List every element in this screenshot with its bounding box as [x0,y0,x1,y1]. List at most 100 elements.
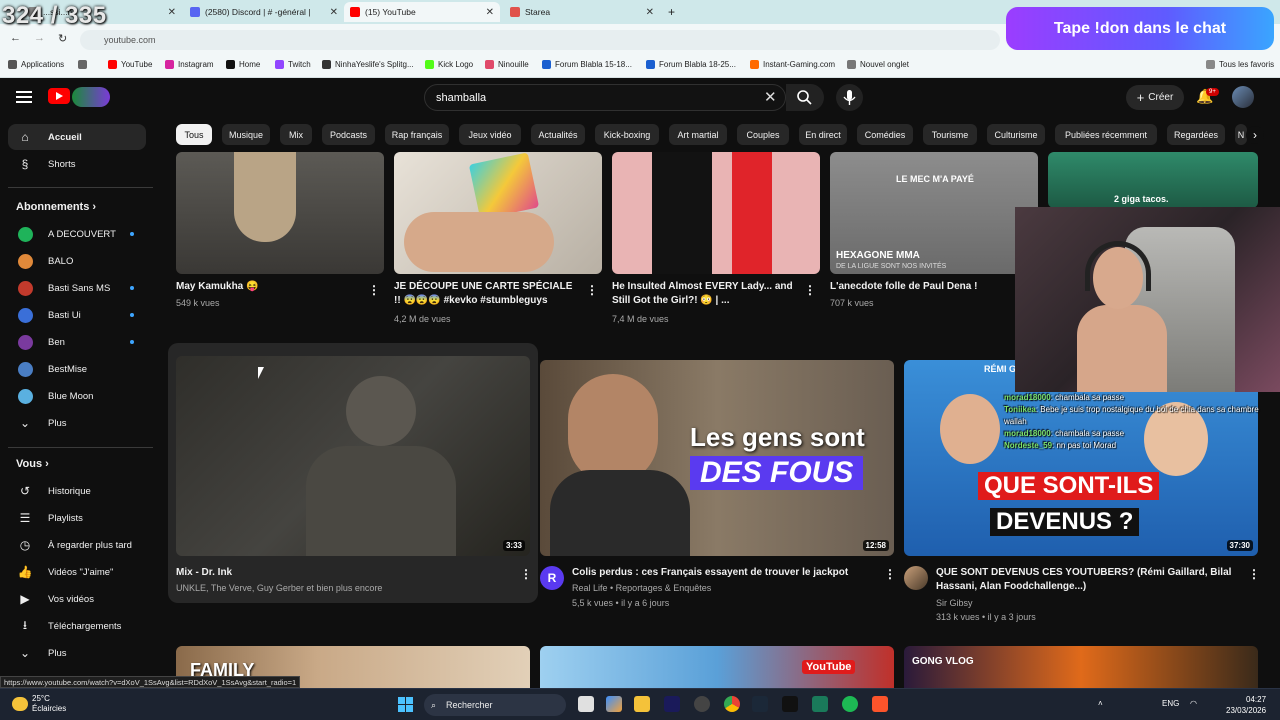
video-title[interactable]: JE DÉCOUPE UNE CARTE SPÉCIALE !! 😨😨😨 #ke… [394,280,580,308]
task-view-icon[interactable] [578,696,594,712]
video-thumbnail[interactable] [176,152,384,274]
sidebar-sub-basti-sans-ms[interactable]: Basti Sans MS [8,275,146,301]
bookmark-grid[interactable] [78,60,87,69]
sidebar-item-home[interactable]: ⌂ Accueil [8,124,146,150]
video-channel[interactable]: Real Life • Reportages & Enquêtes [572,581,711,595]
tab-close-icon[interactable]: ✕ [330,7,338,18]
avatar[interactable] [1232,86,1254,108]
search-button[interactable] [786,84,824,111]
more-options-icon[interactable]: ⋮ [1248,567,1260,581]
chip[interactable]: Tous [176,124,212,145]
sidebar-sub-balo[interactable]: BALO [8,248,146,274]
wifi-icon[interactable]: ◠ [1190,699,1197,708]
sidebar-sub-blue-moon[interactable]: Blue Moon [8,383,146,409]
browser-tab-4[interactable]: Starea ✕ [504,2,660,22]
video-title[interactable]: Colis perdus : ces Français essayent de … [572,566,868,580]
bookmark-instagram[interactable]: Instagram [165,60,214,69]
bookmark-splitgate[interactable]: NinhaYeslife's Splitg... [322,60,414,69]
app-icon[interactable] [812,696,828,712]
bookmark-twitch[interactable]: Twitch [275,60,311,69]
chip[interactable]: Publiées récemment [1055,124,1157,145]
video-thumbnail[interactable]: 2 giga tacos. [1048,152,1258,208]
sidebar-sub-ben[interactable]: Ben [8,329,146,355]
sidebar-item-downloads[interactable]: ⭳ Téléchargements [8,613,146,639]
sidebar-sub-basti-ui[interactable]: Basti Ui [8,302,146,328]
subscriptions-heading[interactable]: Abonnements › [16,201,96,213]
chip[interactable]: Musique [222,124,270,145]
clear-search-icon[interactable]: ✕ [764,88,777,106]
bookmark-kick[interactable]: Kick Logo [425,60,473,69]
menu-icon[interactable] [16,91,32,103]
forward-icon[interactable]: → [34,32,45,44]
video-thumbnail[interactable] [394,152,602,274]
video-thumbnail[interactable]: YouTube [540,646,894,688]
new-tab-button[interactable]: + [662,2,682,22]
weather-widget[interactable]: 25°C Éclaircies [32,694,66,714]
tab-close-icon[interactable]: ✕ [646,7,654,18]
sidebar-sub-bestmise[interactable]: BestMise [8,356,146,382]
sidebar-item-your-videos[interactable]: ▶ Vos vidéos [8,586,146,612]
chrome-icon[interactable] [724,696,740,712]
bookmark-instant-gaming[interactable]: Instant-Gaming.com [750,60,835,69]
chip[interactable]: Jeux vidéo [459,124,521,145]
chip[interactable]: Kick-boxing [595,124,659,145]
sidebar-item-liked-videos[interactable]: 👍 Vidéos "J'aime" [8,559,146,585]
bookmark-home[interactable]: Home [226,60,260,69]
taskbar-clock[interactable]: 04:27 23/03/2026 [1226,694,1266,716]
video-thumbnail[interactable]: 3:33 [176,356,530,556]
sidebar-item-history[interactable]: ↺ Historique [8,478,146,504]
video-title[interactable]: QUE SONT DEVENUS CES YOUTUBERS? (Rémi Ga… [936,566,1236,594]
create-button[interactable]: + Créer [1126,85,1184,110]
more-options-icon[interactable]: ⋮ [804,283,816,297]
you-heading[interactable]: Vous › [16,458,49,470]
browser-tab-2[interactable]: (2580) Discord | # -général | ✕ [184,2,344,22]
bookmark-forum-18-25[interactable]: Forum Blabla 18-25... [646,60,736,69]
sidebar-sub-a-decouvert[interactable]: A DECOUVERT [8,221,146,247]
chip[interactable]: Actualités [531,124,585,145]
video-title[interactable]: Mix - Dr. Ink [176,566,496,580]
taskbar-search[interactable]: ⌕ Rechercher [424,694,566,716]
more-options-icon[interactable]: ⋮ [520,567,532,581]
browser-tab-3[interactable]: (15) YouTube ✕ [344,2,500,22]
chip[interactable]: Art martial [669,124,727,145]
language-indicator[interactable]: ENG [1162,699,1179,708]
chip[interactable]: Couples [737,124,789,145]
chip[interactable]: En direct [799,124,847,145]
video-channel[interactable]: Sir Gibsy [936,596,973,610]
video-thumbnail[interactable]: Les gens sont DES FOUS 12:58 [540,360,894,556]
tiktok-icon[interactable] [782,696,798,712]
widgets-icon[interactable] [606,696,622,712]
video-title[interactable]: L'anecdote folle de Paul Dena ! [830,280,1010,294]
channel-avatar[interactable] [904,566,928,590]
tab-close-icon[interactable]: ✕ [168,7,176,18]
chip[interactable]: Comédies [857,124,913,145]
sidebar-item-watch-later[interactable]: ◷ À regarder plus tard [8,532,146,558]
bookmark-forum-15-18[interactable]: Forum Blabla 15-18... [542,60,632,69]
file-explorer-icon[interactable] [634,696,650,712]
all-bookmarks[interactable]: Tous les favoris [1206,60,1274,69]
chip[interactable]: Mix [280,124,312,145]
url-field[interactable]: youtube.com [80,30,1000,50]
bookmark-youtube[interactable]: YouTube [108,60,152,69]
youtube-doodle-logo[interactable] [72,87,110,107]
reload-icon[interactable]: ↻ [58,32,67,45]
back-icon[interactable]: ← [10,32,21,44]
chip[interactable]: Rap français [385,124,449,145]
bookmark-ninouille[interactable]: Ninouille [485,60,529,69]
more-options-icon[interactable]: ⋮ [368,283,380,297]
sidebar-item-playlists[interactable]: ☰ Playlists [8,505,146,531]
sidebar-subs-more[interactable]: ⌄ Plus [8,410,146,436]
bookmark-applications[interactable]: Applications [8,60,64,69]
spotify-icon[interactable] [842,696,858,712]
search-input[interactable]: shamballa [424,84,786,111]
chip[interactable]: Tourisme [923,124,977,145]
obs-icon[interactable] [694,696,710,712]
steam-icon[interactable] [752,696,768,712]
tray-chevron-up-icon[interactable]: ˄ [1098,699,1103,708]
chip[interactable]: Podcasts [322,124,375,145]
tab-close-icon[interactable]: ✕ [486,7,494,18]
video-title[interactable]: He Insulted Almost EVERY Lady... and Sti… [612,280,798,308]
more-options-icon[interactable]: ⋮ [884,567,896,581]
windows-start-icon[interactable] [398,697,413,712]
voice-search-button[interactable] [836,84,863,111]
